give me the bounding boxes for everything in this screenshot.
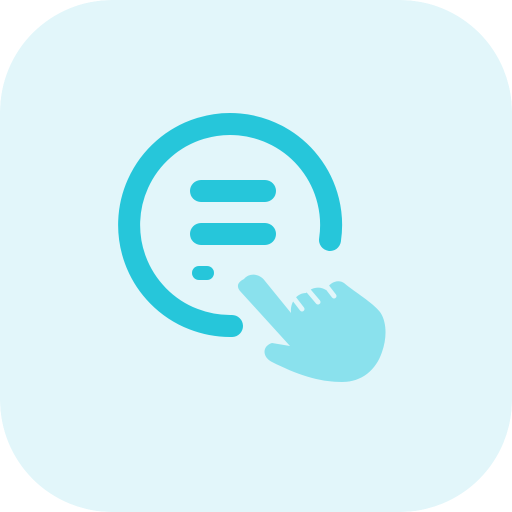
- icon-background: [0, 0, 512, 512]
- tap-menu-icon: [0, 0, 512, 512]
- tap-menu-app-icon[interactable]: [0, 0, 512, 512]
